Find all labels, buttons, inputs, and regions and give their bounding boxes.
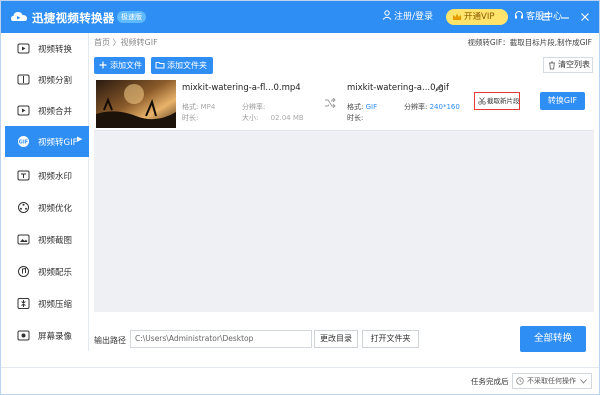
list-item[interactable]: mixkit-watering-a-fl...0.mp4 格式: MP4 分辨率… [94,78,594,131]
chevron-down-icon [580,379,587,384]
vip-label: 开通VIP [464,12,495,22]
crown-icon [453,13,461,20]
clock-icon [516,377,524,385]
sidebar-item-video-optimize[interactable]: 视频优化 [5,192,89,223]
sidebar-item-label: 视频合并 [38,107,73,117]
video-thumbnail [96,80,176,128]
sidebar-item-label: 视频转换 [38,45,73,55]
target-format: 格式: GIF [347,103,378,111]
login-label: 注册/登录 [394,12,434,22]
output-bar: 输出路径 C:\Users\Administrator\Desktop 更改目录… [90,316,598,366]
add-file-button[interactable]: 添加文件 [94,57,145,74]
compress-icon [17,298,30,309]
convert-gif-button[interactable]: 转换GIF [540,92,585,110]
sidebar-item-label: 视频压缩 [38,300,73,310]
sidebar-item-label: 视频配乐 [38,268,73,278]
source-resolution: 分辨率: [242,103,266,111]
sidebar: 视频转换 视频分割 视频合并 GIF 视频转GIF ▶ 视频水印 视频优化 视频… [5,33,89,351]
feature-hint: 视频转GIF：截取目标片段,制作成GIF [467,38,592,47]
sidebar-item-label: 视频截图 [38,236,73,246]
title-bar: 迅捷视频转换器 极速版 注册/登录 开通VIP 客服中心 [1,1,599,33]
sidebar-item-video-merge[interactable]: 视频合并 [5,95,89,126]
sidebar-item-video-music[interactable]: 视频配乐 [5,256,89,287]
merge-icon [17,105,30,116]
sidebar-item-label: 视频分割 [38,76,73,86]
after-task-select[interactable]: 不采取任何操作 [512,373,592,389]
trash-icon [549,61,555,70]
sidebar-item-video-to-gif[interactable]: GIF 视频转GIF ▶ [5,126,89,157]
trim-segment-label: 截取新片段 [487,97,520,105]
pencil-icon[interactable] [435,83,443,92]
sidebar-item-video-split[interactable]: 视频分割 [5,64,89,95]
screenshot-icon [17,234,30,245]
open-folder-button[interactable]: 打开文件夹 [362,330,419,348]
add-file-label: 添加文件 [110,61,142,70]
optimize-icon [18,202,29,213]
breadcrumb: 首页 〉视频转GIF [94,38,158,47]
sidebar-item-video-compress[interactable]: 视频压缩 [5,288,89,319]
after-task-value: 不采取任何操作 [527,377,576,385]
trim-segment-button[interactable]: 截取新片段 [474,92,520,110]
vip-button[interactable]: 开通VIP [446,9,508,25]
watermark-icon [17,170,30,181]
add-folder-button[interactable]: 添加文件夹 [151,57,213,74]
menu-icon[interactable] [539,10,553,24]
split-icon [17,74,30,85]
close-icon[interactable] [578,10,592,24]
sidebar-item-video-convert[interactable]: 视频转换 [5,33,89,64]
plus-icon [99,61,107,69]
music-icon [18,266,29,277]
scissors-icon [478,97,486,105]
gif-icon: GIF [18,136,29,147]
clear-list-label: 清空列表 [558,60,590,69]
source-duration: 时长: [182,114,199,122]
app-title: 迅捷视频转换器 [32,11,115,25]
sidebar-item-screen-record[interactable]: 屏幕录像 [5,320,89,351]
edition-badge: 极速版 [117,11,146,23]
main-panel: 首页 〉视频转GIF 视频转GIF：截取目标片段,制作成GIF 添加文件 添加文… [90,33,598,366]
target-file-name: mixkit-watering-a...0.gif [347,83,449,93]
convert-all-button[interactable]: 全部转换 [520,326,586,352]
app-window: 迅捷视频转换器 极速版 注册/登录 开通VIP 客服中心 [0,0,600,395]
video-convert-icon [17,43,30,54]
folder-icon [155,62,165,69]
login-link[interactable]: 注册/登录 [382,10,433,24]
sidebar-item-video-watermark[interactable]: 视频水印 [5,160,89,191]
user-icon [382,10,392,20]
sidebar-item-video-screenshot[interactable]: 视频截图 [5,224,89,255]
help-center-link[interactable]: 客服中心 [514,10,562,24]
after-task-label: 任务完成后 [471,377,509,386]
file-list: mixkit-watering-a-fl...0.mp4 格式: MP4 分辨率… [94,78,594,312]
source-file-name: mixkit-watering-a-fl...0.mp4 [182,83,301,93]
convert-arrows-icon [325,98,336,108]
output-path-field[interactable]: C:\Users\Administrator\Desktop [130,330,312,348]
target-duration: 时长: [347,114,364,122]
minimize-icon[interactable] [558,10,572,24]
headset-icon [515,10,523,19]
add-folder-label: 添加文件夹 [167,61,207,70]
sidebar-item-label: 屏幕录像 [38,332,73,342]
source-size: 大小: 02.04 MB [242,114,304,122]
active-arrow-icon: ▶ [77,135,83,143]
status-bar: 任务完成后 不采取任何操作 [1,367,599,394]
target-resolution: 分辨率: 240*160 [404,103,460,111]
sidebar-item-label: 视频转GIF [38,138,78,148]
svg-text:GIF: GIF [19,140,28,146]
app-logo-icon [11,12,27,21]
record-icon [17,330,30,341]
sidebar-item-label: 视频优化 [38,204,73,214]
sidebar-item-label: 视频水印 [38,172,73,182]
output-path-label: 输出路径 [94,336,126,345]
clear-list-button[interactable]: 清空列表 [543,57,593,73]
change-directory-button[interactable]: 更改目录 [314,330,358,348]
source-format: 格式: MP4 [182,103,216,111]
